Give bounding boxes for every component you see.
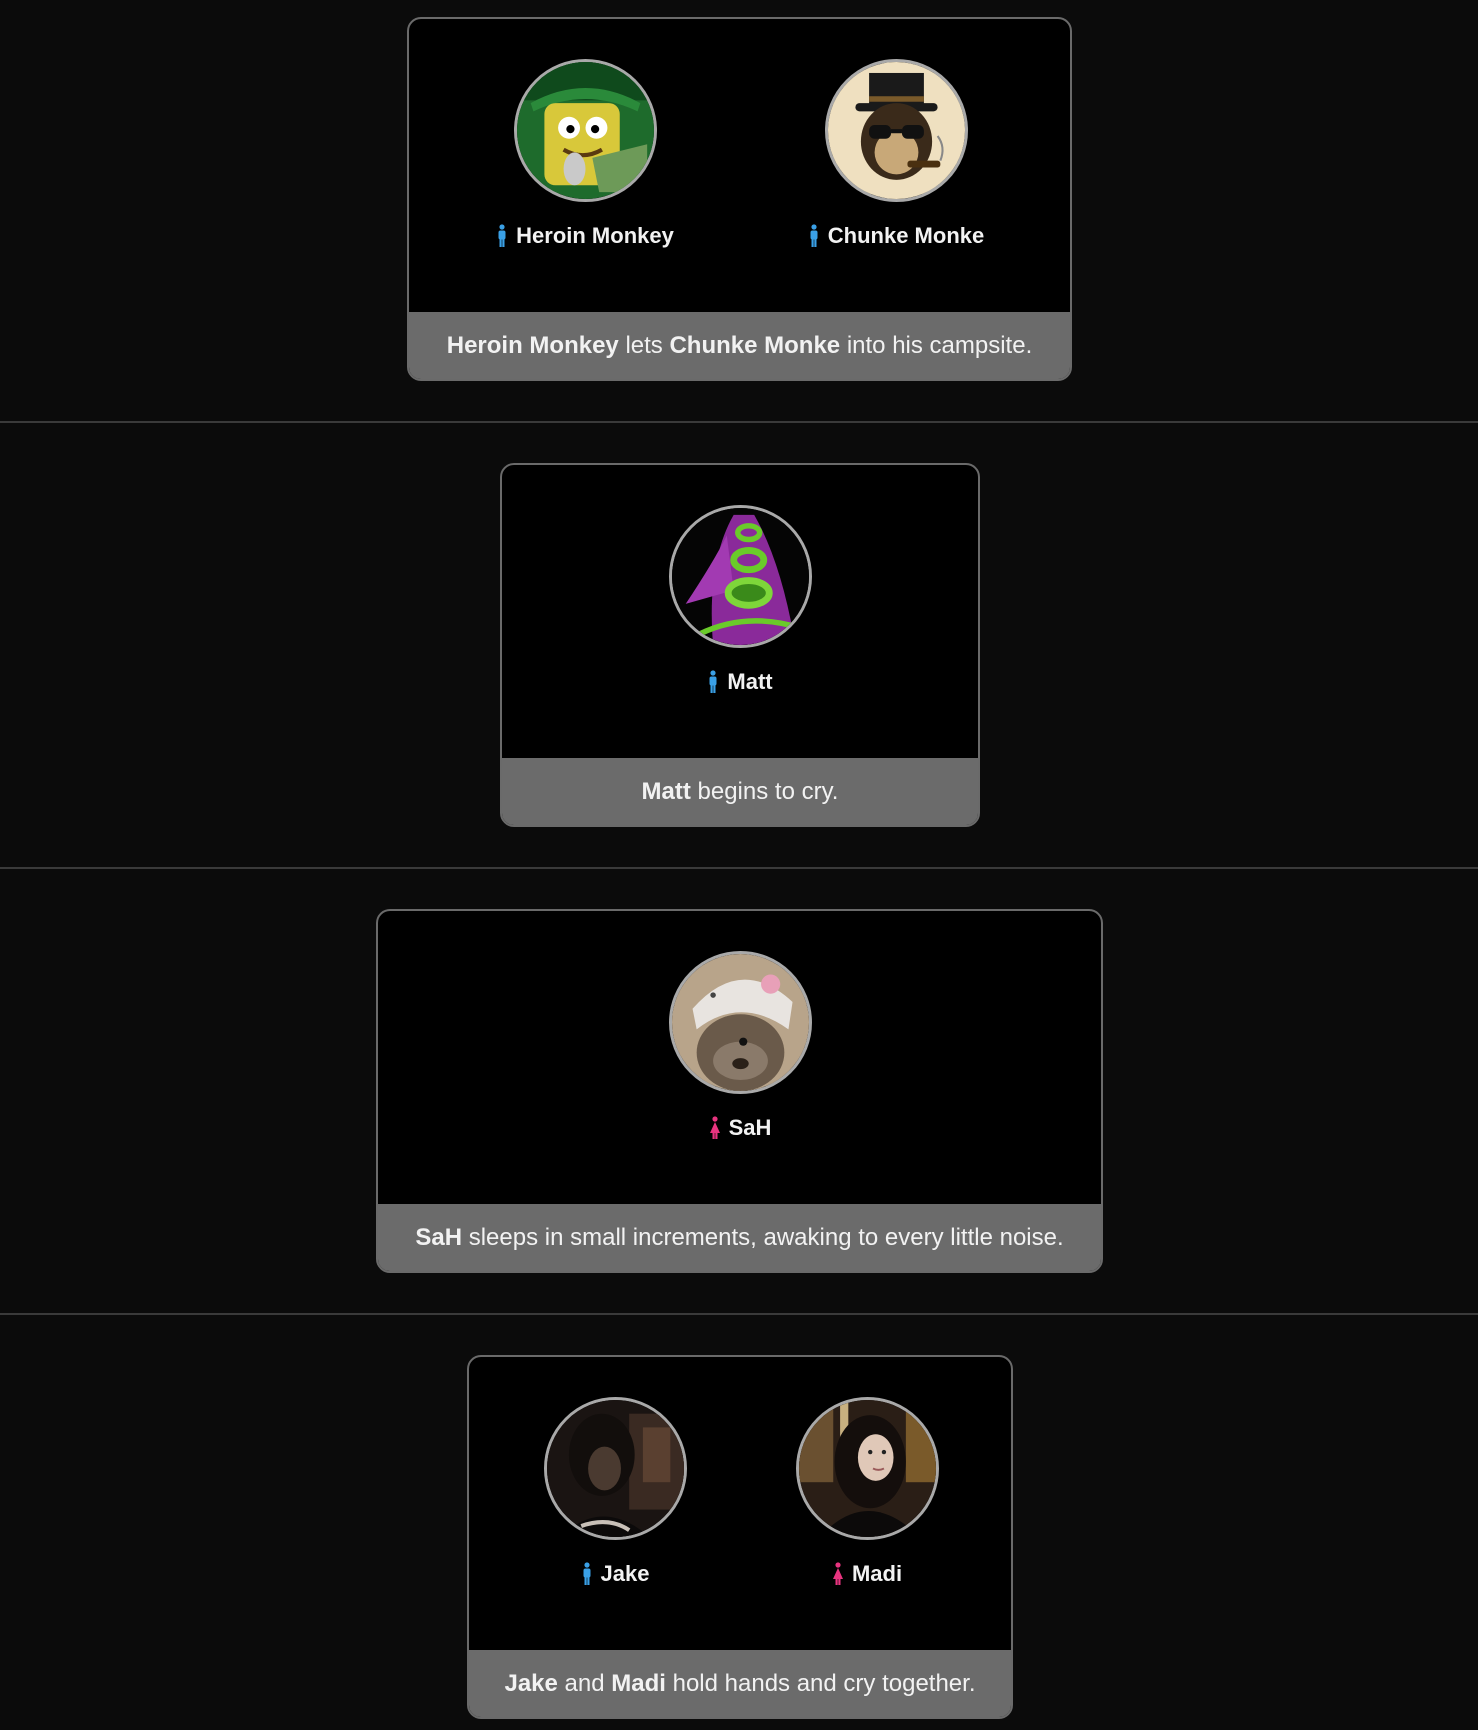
participant-name: Madi [851, 1561, 903, 1586]
participants: Matt [502, 465, 978, 760]
event-card: SaH SaH sleeps in small increments, awak… [376, 909, 1103, 1273]
participant[interactable]: Jake [515, 1397, 715, 1588]
divider [0, 421, 1478, 423]
event-card-row: Jake Madi Jake and Madi hold hands and c… [0, 1338, 1478, 1730]
participant[interactable]: Chunke Monke [796, 59, 996, 250]
avatar[interactable] [513, 59, 657, 202]
event-card-row: Heroin Monkey Chunke Monke Heroin Monkey… [0, 0, 1478, 446]
participant-name-row: Chunke Monke [796, 222, 996, 250]
participant[interactable]: Madi [767, 1397, 967, 1588]
participants: Jake Madi [469, 1357, 1011, 1652]
otter-hat-avatar-image [671, 954, 809, 1091]
male-icon [808, 224, 820, 248]
event-caption: Matt begins to cry. [502, 758, 978, 825]
caption-text: begins to cry. [690, 777, 839, 805]
participant[interactable]: Matt [640, 505, 840, 696]
male-icon [581, 1562, 593, 1586]
participant-name: Matt [727, 669, 773, 694]
caption-name: Jake [504, 1669, 558, 1697]
divider [0, 1313, 1478, 1315]
participant-name-row: Heroin Monkey [485, 222, 685, 250]
event-card: Matt Matt begins to cry. [500, 463, 980, 827]
caption-text: into his campsite. [840, 331, 1033, 359]
avatar[interactable] [668, 505, 812, 648]
avatar[interactable] [795, 1397, 939, 1540]
male-icon [707, 670, 719, 694]
caption-name: Chunke Monke [669, 331, 841, 359]
event-card-row: Matt Matt begins to cry. [0, 446, 1478, 892]
caption-name: Heroin Monkey [446, 331, 619, 359]
female-icon [832, 1562, 844, 1586]
avatar[interactable] [668, 951, 812, 1094]
caption-name: Matt [641, 777, 691, 805]
female-icon [709, 1116, 721, 1140]
caption-text: and [557, 1669, 612, 1697]
caption-text: hold hands and cry together. [665, 1669, 976, 1697]
divider [0, 867, 1478, 869]
participant[interactable]: SaH [640, 951, 840, 1142]
event-caption: SaH sleeps in small increments, awaking … [378, 1204, 1101, 1271]
event-caption: Jake and Madi hold hands and cry togethe… [469, 1650, 1011, 1717]
participant-name: SaH [728, 1115, 772, 1140]
participant-name: Jake [600, 1561, 650, 1586]
participants: Heroin Monkey Chunke Monke [409, 19, 1070, 314]
event-card: Heroin Monkey Chunke Monke Heroin Monkey… [407, 17, 1072, 381]
participant-name-row: SaH [640, 1114, 840, 1142]
event-caption: Heroin Monkey lets Chunke Monke into his… [409, 312, 1070, 379]
caption-name: Madi [611, 1669, 666, 1697]
caption-text: lets [618, 331, 670, 359]
caption-name: SaH [415, 1223, 463, 1251]
caption-text: sleeps in small increments, awaking to e… [462, 1223, 1064, 1251]
participant-name: Chunke Monke [827, 223, 985, 248]
purple-tentacle-avatar-image [671, 508, 809, 645]
event-card: Jake Madi Jake and Madi hold hands and c… [467, 1355, 1013, 1719]
male-icon [496, 224, 508, 248]
participant-name-row: Matt [640, 668, 840, 696]
event-feed: Heroin Monkey Chunke Monke Heroin Monkey… [0, 0, 1478, 1730]
participant-name: Heroin Monkey [516, 223, 674, 248]
participant[interactable]: Heroin Monkey [485, 59, 685, 250]
avatar[interactable] [543, 1397, 687, 1540]
participants: SaH [378, 911, 1101, 1206]
participant-name-row: Jake [515, 1560, 715, 1588]
dark-photo-avatar-image [546, 1400, 684, 1537]
woman-photo-avatar-image [798, 1400, 936, 1537]
top-hat-monkey-avatar-image [827, 62, 965, 199]
event-card-row: SaH SaH sleeps in small increments, awak… [0, 892, 1478, 1338]
cartoon-sponge-avatar-image [516, 62, 654, 199]
participant-name-row: Madi [767, 1560, 967, 1588]
avatar[interactable] [824, 59, 968, 202]
